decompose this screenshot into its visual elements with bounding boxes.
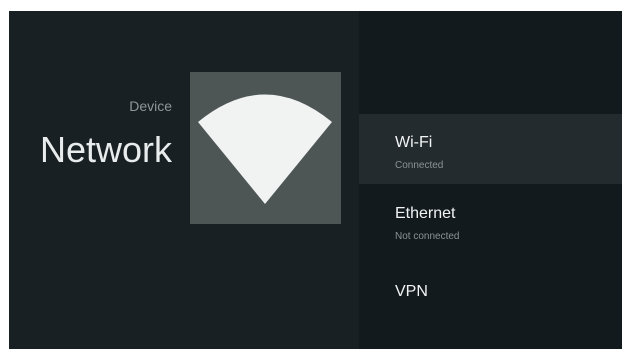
- network-menu: Wi-Fi Connected Ethernet Not connected V…: [359, 11, 622, 349]
- breadcrumb: Device: [129, 98, 172, 114]
- menu-item-ethernet[interactable]: Ethernet Not connected: [359, 189, 622, 259]
- menu-item-label: VPN: [395, 283, 428, 300]
- menu-item-status: Not connected: [395, 231, 460, 242]
- menu-item-vpn[interactable]: VPN: [359, 263, 622, 333]
- page-title: Network: [39, 129, 172, 170]
- network-hero-tile: [190, 72, 341, 224]
- menu-item-status: Connected: [395, 160, 444, 171]
- wifi-icon: [198, 94, 332, 204]
- header-panel: Device Network: [9, 11, 359, 349]
- menu-item-label: Ethernet: [395, 205, 456, 222]
- menu-item-wifi[interactable]: Wi-Fi Connected: [359, 114, 622, 184]
- menu-item-label: Wi-Fi: [395, 134, 433, 151]
- tv-settings-screen: Device Network Wi-Fi Connected Ethernet …: [9, 11, 622, 349]
